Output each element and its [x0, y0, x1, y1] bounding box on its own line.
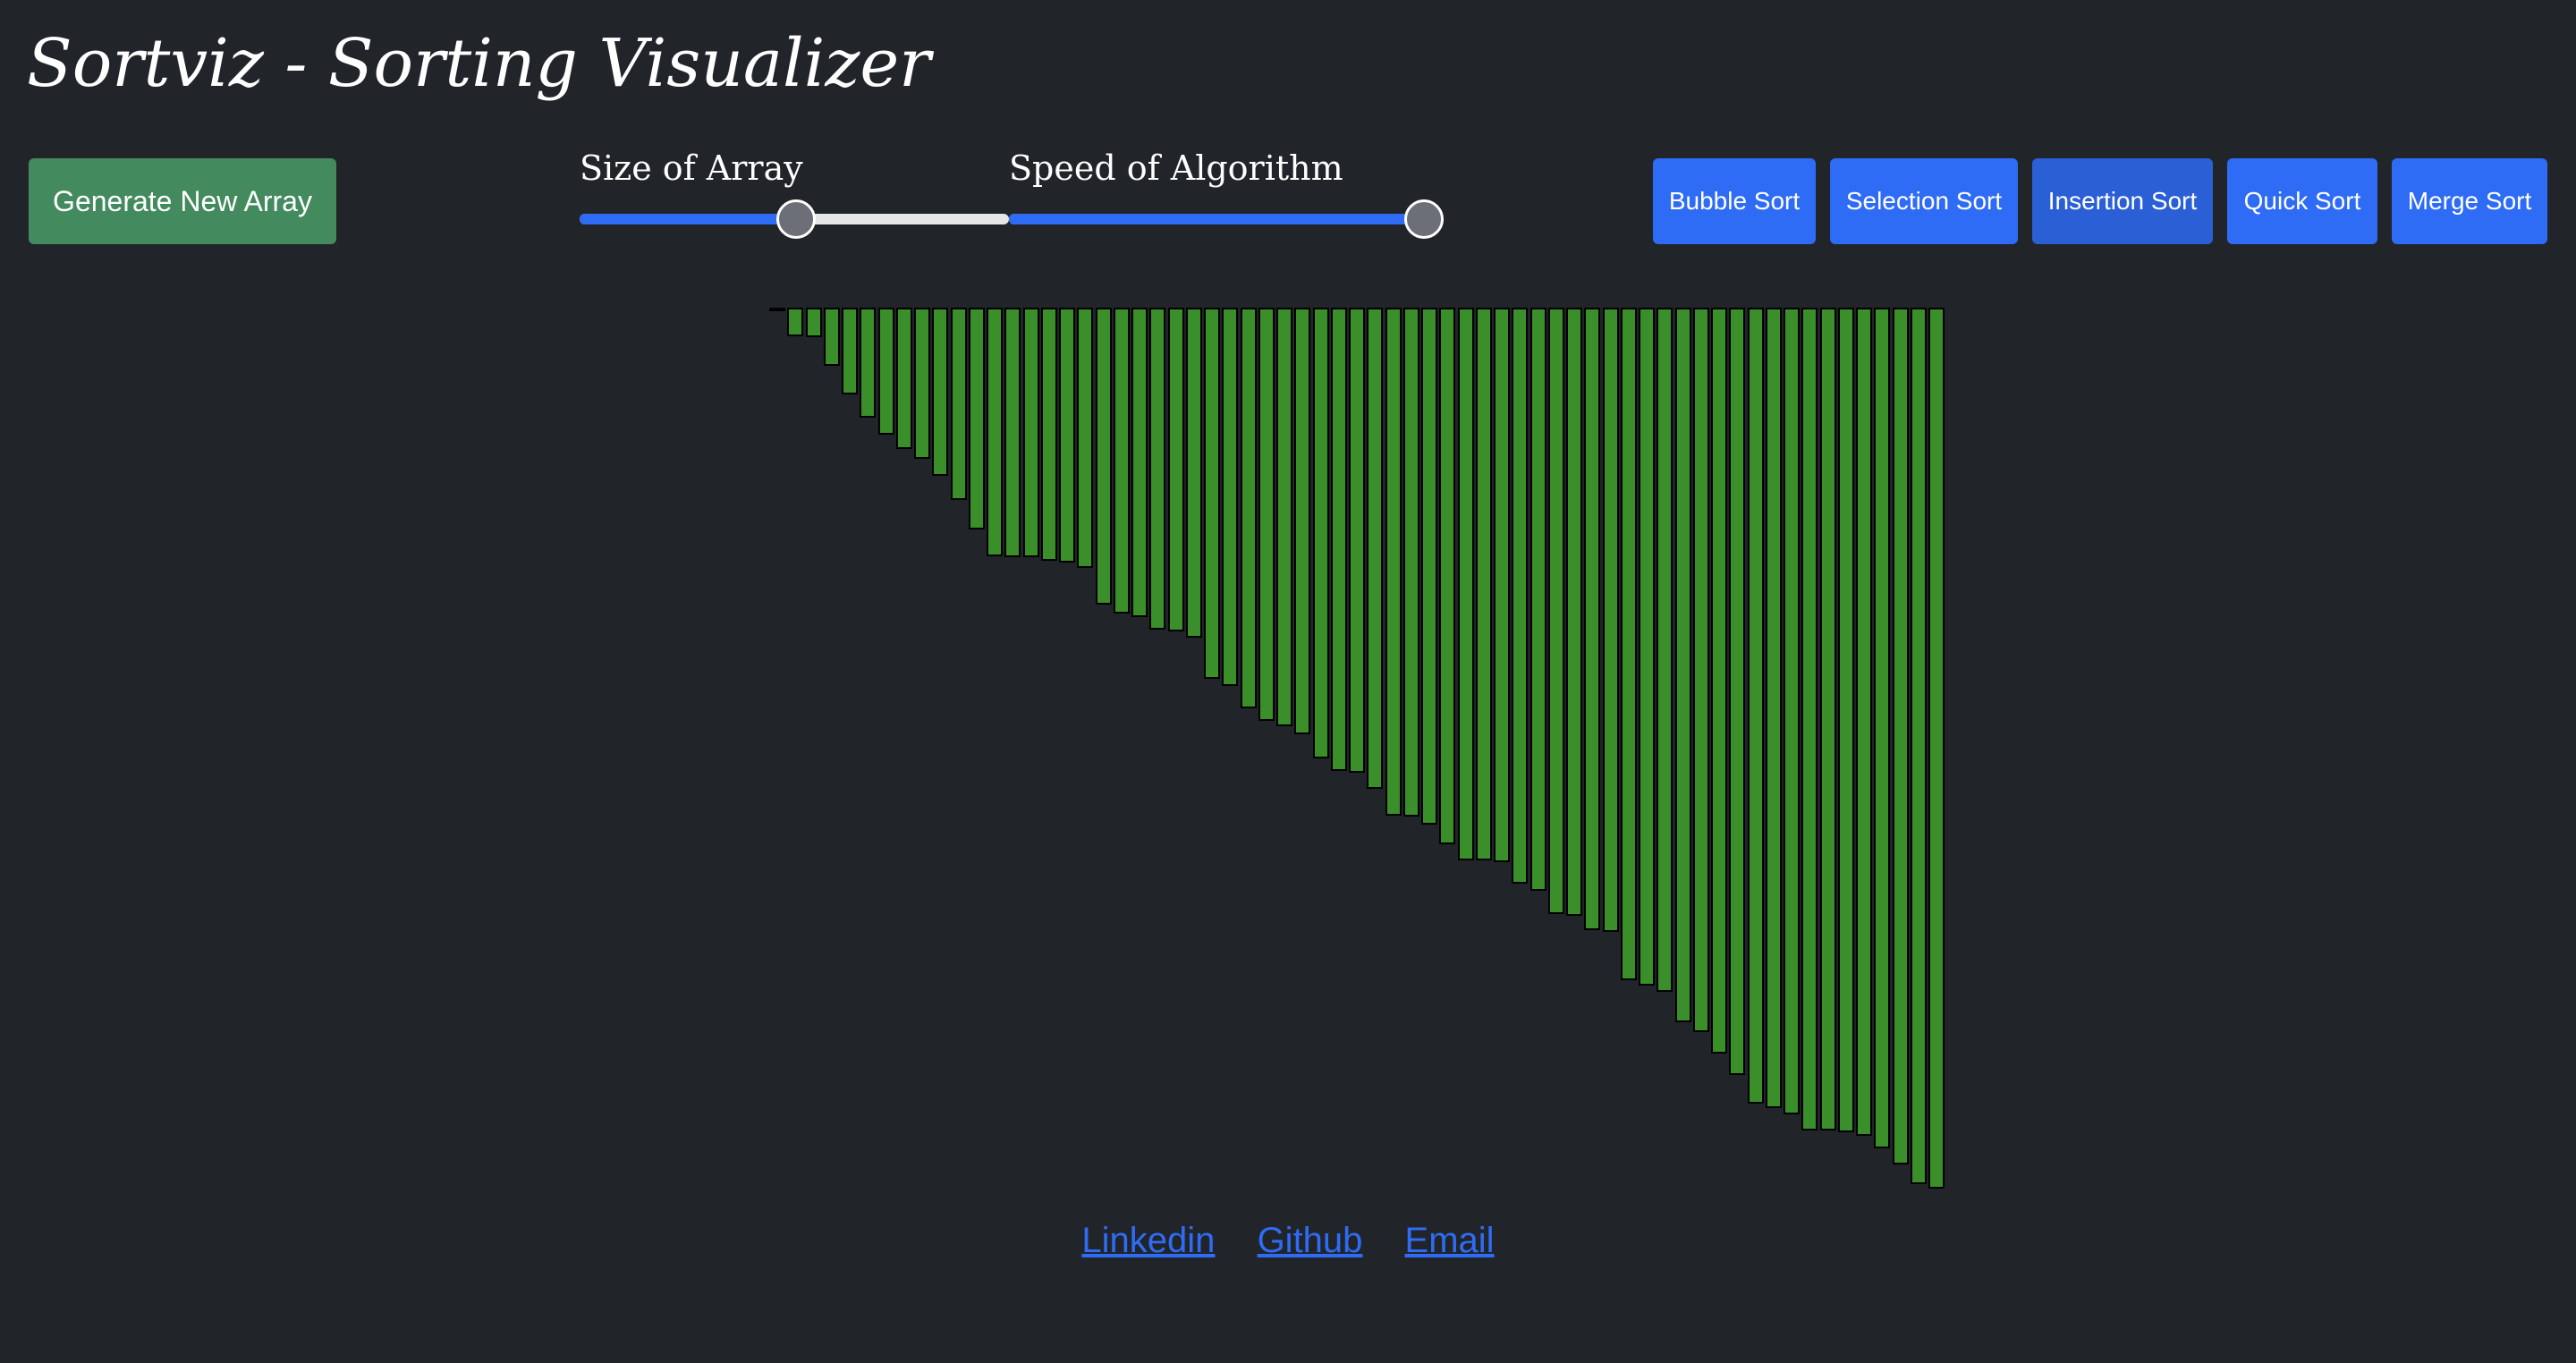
array-bar [1077, 308, 1094, 568]
array-bar [1547, 308, 1564, 914]
array-bar [877, 308, 894, 435]
speed-of-algorithm-slider-fill [1009, 214, 1422, 224]
array-bar [1059, 308, 1075, 563]
array-bar [1494, 308, 1510, 862]
array-bar [1149, 308, 1166, 630]
array-bar [968, 308, 985, 529]
speed-of-algorithm-slider-thumb[interactable] [1404, 199, 1444, 239]
array-bar [1657, 308, 1674, 992]
array-bar [1131, 308, 1148, 617]
array-bar [1204, 308, 1220, 679]
array-bar [1185, 308, 1202, 638]
array-bar [1639, 308, 1655, 986]
array-bar [1711, 308, 1727, 1054]
array-bar [1022, 308, 1039, 557]
array-bars [751, 308, 1945, 1202]
array-bar [1240, 308, 1257, 708]
array-bar [950, 308, 967, 500]
array-bar [1765, 308, 1782, 1108]
footer-links: Linkedin Github Email [0, 1221, 2576, 1261]
array-bar [932, 308, 949, 476]
bubble-sort-button[interactable]: Bubble Sort [1653, 158, 1816, 244]
page-title: Sortviz - Sorting Visualizer [27, 25, 931, 102]
array-bar [1819, 308, 1836, 1130]
github-link[interactable]: Github [1258, 1221, 1363, 1260]
array-bar [1330, 308, 1347, 771]
array-bar [1856, 308, 1872, 1136]
array-bar [823, 308, 840, 366]
array-bar [1402, 308, 1419, 817]
array-bar [1349, 308, 1365, 773]
array-bar [1095, 308, 1112, 605]
array-bar [1620, 308, 1637, 980]
array-bar [1602, 308, 1619, 932]
array-bar [1385, 308, 1402, 816]
array-bar [1258, 308, 1275, 721]
array-bar [1837, 308, 1854, 1132]
speed-of-algorithm-slider[interactable] [1009, 199, 1444, 239]
array-bar [1784, 308, 1800, 1114]
linkedin-link[interactable]: Linkedin [1081, 1221, 1215, 1260]
array-bar [1512, 308, 1529, 884]
array-bar [1439, 308, 1456, 844]
email-link[interactable]: Email [1405, 1221, 1495, 1260]
array-bar [1874, 308, 1891, 1148]
array-bar [1040, 308, 1057, 561]
array-bar [1566, 308, 1582, 916]
array-bar [1475, 308, 1492, 860]
size-of-array-slider-thumb[interactable] [776, 199, 816, 239]
array-bar [860, 308, 877, 418]
array-bar [787, 308, 804, 336]
array-bar [1729, 308, 1746, 1075]
array-bar [1113, 308, 1130, 614]
array-bar [1747, 308, 1764, 1104]
array-bar [1312, 308, 1329, 758]
array-bar [1004, 308, 1021, 557]
merge-sort-button[interactable]: Merge Sort [2392, 158, 2547, 244]
array-bar [895, 308, 912, 449]
array-bar [805, 308, 822, 337]
array-bar [1692, 308, 1709, 1032]
array-bar [1584, 308, 1601, 930]
size-of-array-slider[interactable] [580, 199, 1009, 239]
array-bar [1222, 308, 1239, 686]
array-bar [1530, 308, 1546, 891]
speed-of-algorithm-label: Speed of Algorithm [1009, 148, 1343, 188]
size-of-array-label: Size of Array [580, 148, 803, 188]
array-bar [1457, 308, 1474, 860]
array-bar [1276, 308, 1292, 726]
array-bar [914, 308, 930, 459]
insertion-sort-button[interactable]: Insertion Sort [2032, 158, 2213, 244]
quick-sort-button[interactable]: Quick Sort [2227, 158, 2377, 244]
array-bar [842, 308, 858, 394]
array-bar [1167, 308, 1184, 631]
generate-new-array-button[interactable]: Generate New Array [29, 158, 336, 244]
array-bar [1367, 308, 1384, 789]
size-of-array-slider-fill [580, 214, 794, 224]
array-bar [1421, 308, 1437, 825]
array-bar [1674, 308, 1691, 1022]
array-bar [987, 308, 1003, 556]
array-bar [1910, 308, 1927, 1184]
array-bar [1892, 308, 1909, 1164]
array-bar [1294, 308, 1311, 734]
array-bar [769, 308, 785, 311]
array-bar [1801, 308, 1818, 1130]
array-bar [1928, 308, 1945, 1189]
selection-sort-button[interactable]: Selection Sort [1830, 158, 2018, 244]
